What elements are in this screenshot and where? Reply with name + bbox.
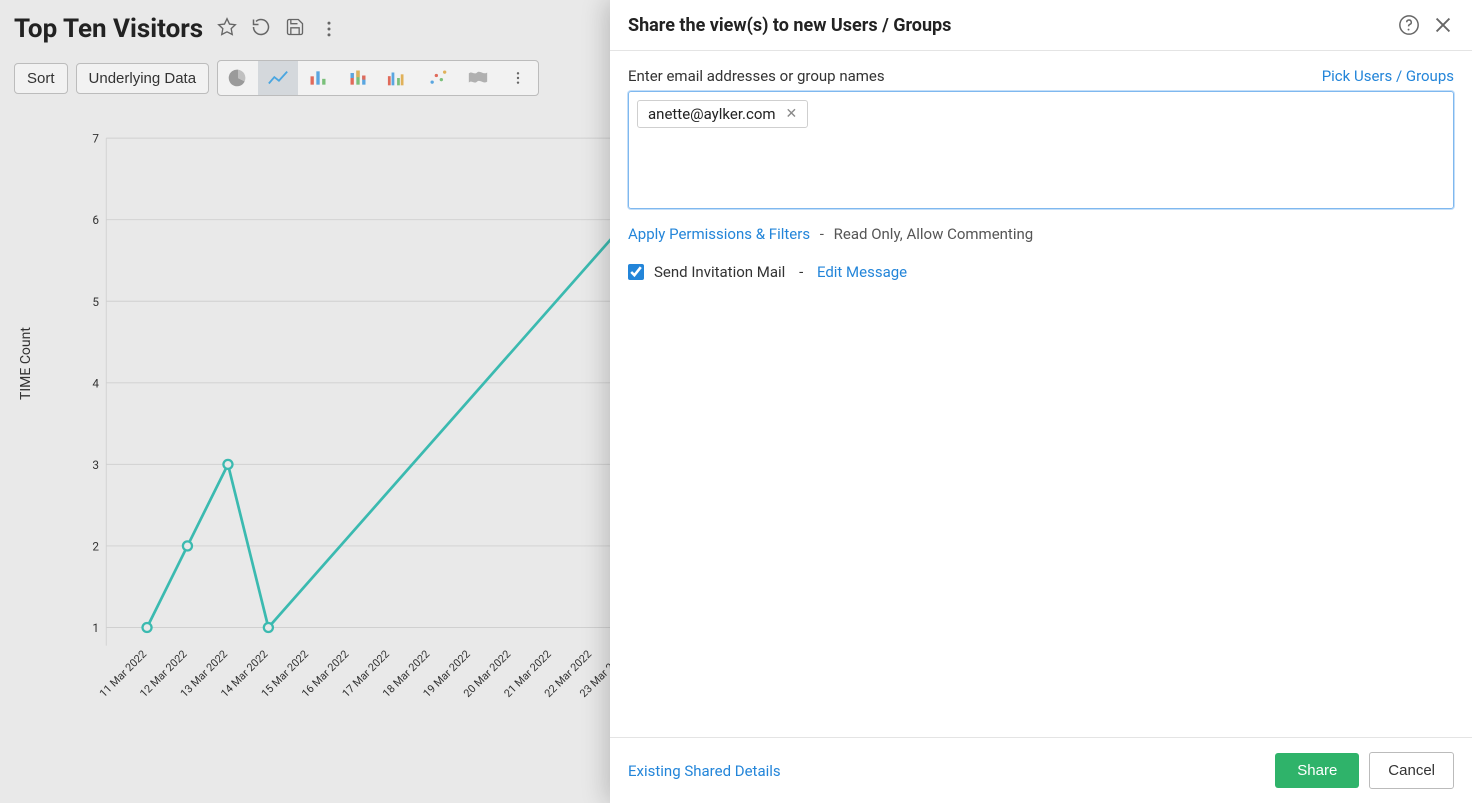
share-drawer: Share the view(s) to new Users / Groups … xyxy=(610,0,1472,803)
more-icon[interactable] xyxy=(319,19,339,39)
close-icon[interactable] xyxy=(1432,14,1454,36)
send-invitation-label: Send Invitation Mail xyxy=(654,263,785,281)
chart-type-group xyxy=(217,60,539,96)
svg-text:6: 6 xyxy=(92,213,99,227)
recipients-label: Enter email addresses or group names xyxy=(628,67,885,85)
invitation-mail-row: Send Invitation Mail - Edit Message xyxy=(628,263,1454,281)
svg-text:5: 5 xyxy=(92,295,99,309)
chart-type-scatter[interactable] xyxy=(418,61,458,95)
recipient-chip: anette@aylker.com ✕ xyxy=(637,100,808,128)
svg-text:2: 2 xyxy=(92,539,99,553)
drawer-title: Share the view(s) to new Users / Groups xyxy=(628,15,1386,36)
edit-message-link[interactable]: Edit Message xyxy=(817,263,907,281)
chart-type-pie[interactable] xyxy=(218,61,258,95)
existing-shared-link[interactable]: Existing Shared Details xyxy=(628,762,781,780)
sort-button[interactable]: Sort xyxy=(14,63,68,94)
y-axis-title: TIME Count xyxy=(18,327,34,400)
chart-area: TIME Count 1 2 3 4 5 6 7 xyxy=(20,110,620,770)
underlying-data-button[interactable]: Underlying Data xyxy=(76,63,210,94)
share-button[interactable]: Share xyxy=(1275,753,1359,788)
refresh-icon[interactable] xyxy=(251,17,271,41)
recipients-input[interactable]: anette@aylker.com ✕ xyxy=(628,91,1454,209)
drawer-footer: Existing Shared Details Share Cancel xyxy=(610,737,1472,803)
save-icon[interactable] xyxy=(285,17,305,41)
chart-type-grouped-bar[interactable] xyxy=(378,61,418,95)
svg-text:3: 3 xyxy=(92,458,99,472)
page-title: Top Ten Visitors xyxy=(14,14,203,44)
permissions-row: Apply Permissions & Filters - Read Only,… xyxy=(628,225,1454,243)
chart-type-bar[interactable] xyxy=(298,61,338,95)
send-invitation-checkbox[interactable] xyxy=(628,264,644,280)
remove-chip-icon[interactable]: ✕ xyxy=(786,106,798,122)
help-icon[interactable] xyxy=(1398,14,1420,36)
chart-svg: 1 2 3 4 5 6 7 11 Mar 2022 12 Mar 2022 13… xyxy=(80,120,640,700)
svg-text:4: 4 xyxy=(92,376,99,390)
pick-users-link[interactable]: Pick Users / Groups xyxy=(1322,67,1454,85)
recipient-chip-label: anette@aylker.com xyxy=(648,105,776,123)
chart-type-map[interactable] xyxy=(458,61,498,95)
title-actions xyxy=(217,17,339,41)
chart-type-line[interactable] xyxy=(258,61,298,95)
chart-type-stacked-bar[interactable] xyxy=(338,61,378,95)
drawer-body: Enter email addresses or group names Pic… xyxy=(610,51,1472,737)
chart-type-more-icon[interactable] xyxy=(498,61,538,95)
star-icon[interactable] xyxy=(217,17,237,41)
cancel-button[interactable]: Cancel xyxy=(1369,752,1454,789)
svg-text:1: 1 xyxy=(92,621,99,635)
svg-text:7: 7 xyxy=(92,132,99,146)
apply-permissions-link[interactable]: Apply Permissions & Filters xyxy=(628,225,810,243)
permissions-summary: Read Only, Allow Commenting xyxy=(834,225,1034,243)
drawer-header: Share the view(s) to new Users / Groups xyxy=(610,0,1472,51)
